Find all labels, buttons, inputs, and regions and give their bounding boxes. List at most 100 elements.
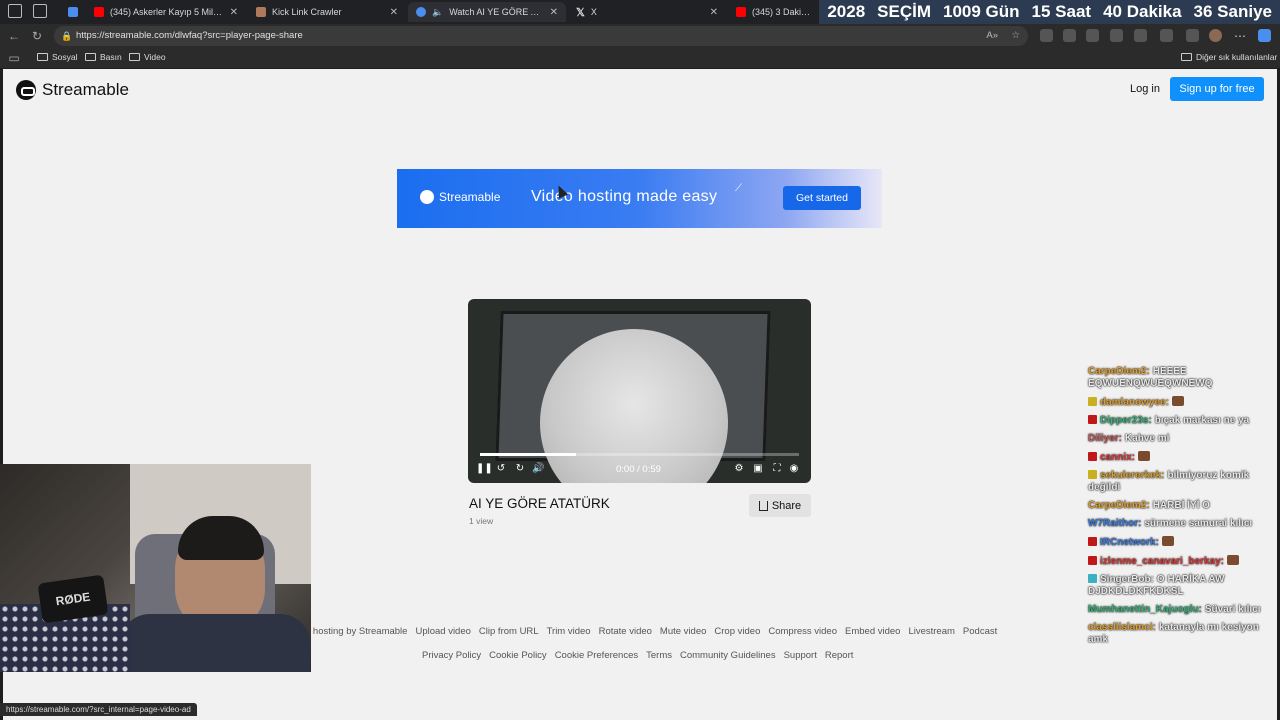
profile-avatar[interactable] — [1209, 29, 1222, 42]
footer-link[interactable]: Rotate video — [599, 626, 652, 637]
chat-badge-icon — [1088, 415, 1097, 424]
footer-link[interactable]: Podcast — [963, 626, 997, 637]
forward-icon[interactable]: ↻ — [514, 463, 526, 475]
footer-link[interactable]: Support — [784, 650, 817, 661]
read-aloud-icon[interactable]: A» — [986, 26, 998, 46]
footer-link[interactable]: Livestream — [908, 626, 954, 637]
banner-logo: Streamable — [420, 190, 500, 204]
bookmark-folder-sosyal[interactable]: Sosyal — [37, 52, 78, 62]
footer-link[interactable]: Community Guidelines — [680, 650, 776, 661]
extension-icon[interactable] — [1086, 29, 1099, 42]
chat-badge-icon — [1088, 537, 1097, 546]
playback-time: 0:00 / 0:59 — [616, 464, 661, 475]
tab-x[interactable]: 𝕏 X ✕ — [568, 2, 726, 22]
footer-link[interactable]: Embed video — [845, 626, 900, 637]
tab-kick-crawler[interactable]: Kick Link Crawler ✕ — [248, 2, 406, 22]
footer-link[interactable]: Upload video — [415, 626, 470, 637]
chat-message: Dipper23s: bıçak markası ne ya — [1088, 415, 1280, 427]
footer-link[interactable]: Cookie Policy — [489, 650, 547, 661]
site-logo[interactable]: Streamable — [16, 80, 129, 100]
ad-banner[interactable]: Streamable Video hosting made easy ⟋ Get… — [397, 169, 882, 228]
footer-link[interactable]: o hosting by Streamable — [305, 626, 407, 637]
kick-icon — [256, 7, 266, 17]
signup-button[interactable]: Sign up for free — [1170, 77, 1264, 101]
progress-fill — [480, 453, 576, 456]
streamer-body — [120, 614, 310, 672]
footer-link[interactable]: Report — [825, 650, 854, 661]
footer-link[interactable]: Privacy Policy — [422, 650, 481, 661]
folder-icon — [129, 53, 140, 61]
footer-link[interactable]: Compress video — [768, 626, 837, 637]
bookmark-folder-basin[interactable]: Basın — [85, 52, 122, 62]
reading-list-icon[interactable]: ▭ — [7, 51, 21, 65]
extension-icon[interactable] — [1134, 29, 1147, 42]
share-button[interactable]: Share — [749, 494, 811, 517]
tab-streamable[interactable]: 🔈 Watch AI YE GÖRE ATATÜRK ✕ — [408, 2, 566, 22]
video-title: AI YE GÖRE ATATÜRK — [469, 496, 610, 511]
video-player[interactable]: ❚❚ ↺ ↻ 🔊 0:00 / 0:59 ⚙ ▣ ⛶ ◉ — [468, 299, 811, 483]
refresh-icon[interactable]: ↻ — [30, 29, 44, 43]
tab-actions-icon[interactable] — [33, 4, 47, 18]
bookmark-other-favorites[interactable]: Diğer sık kullanılanlar — [1181, 52, 1277, 62]
streamer-webcam: RØDE — [0, 464, 311, 672]
pause-icon[interactable]: ❚❚ — [476, 463, 493, 475]
login-link[interactable]: Log in — [1130, 83, 1160, 95]
close-icon[interactable]: ✕ — [710, 7, 718, 18]
chat-username: W7Raithor: — [1088, 518, 1142, 529]
miniplayer-icon[interactable]: ▣ — [752, 463, 764, 475]
more-icon[interactable]: ⋯ — [1233, 29, 1247, 43]
footer-links-primary: o hosting by Streamable Upload video Cli… — [305, 626, 1005, 637]
close-icon[interactable]: ✕ — [390, 7, 398, 18]
chat-message: CarpeDiem2: HEEEE EQWUENQWUEQWNEWQ — [1088, 366, 1280, 390]
footer-link[interactable]: Trim video — [547, 626, 591, 637]
streamable-logo-icon[interactable]: ◉ — [788, 463, 800, 475]
chat-message: W7Raithor: sürmene samurai kılıcı — [1088, 518, 1280, 530]
back-icon[interactable]: ← — [7, 29, 21, 43]
workspaces-icon[interactable] — [8, 4, 22, 18]
settings-gear-icon[interactable]: ⚙ — [733, 463, 745, 475]
chat-badge-icon — [1088, 397, 1097, 406]
chat-message: CarpeDiem2: HARBİ İYİ O — [1088, 500, 1280, 512]
share-icon — [758, 500, 768, 511]
footer-link[interactable]: Terms — [646, 650, 672, 661]
speaker-icon[interactable]: 🔈 — [432, 7, 443, 18]
close-icon[interactable]: ✕ — [230, 7, 238, 18]
tab-youtube-2[interactable]: (345) 3 Dakikada Tü — [728, 2, 820, 22]
tab-pinned[interactable] — [60, 2, 82, 22]
view-count: 1 view — [469, 516, 494, 526]
chat-text: bıçak markası ne ya — [1154, 415, 1250, 426]
chat-username: sekulererkek: — [1100, 470, 1165, 481]
chat-message: izlenme_canavari_berkay: — [1088, 555, 1280, 568]
get-started-button[interactable]: Get started — [783, 186, 861, 210]
close-icon[interactable]: ✕ — [550, 7, 558, 18]
favorites-icon[interactable] — [1186, 29, 1199, 42]
chat-message: sekulererkek: bilmiyoruz komik değildi — [1088, 470, 1280, 494]
bookmark-folder-video[interactable]: Video — [129, 52, 166, 62]
progress-bar[interactable] — [480, 453, 799, 456]
footer-link[interactable]: Cookie Preferences — [555, 650, 638, 661]
tab-favicon — [68, 7, 78, 17]
extension-icon[interactable] — [1040, 29, 1053, 42]
chat-emote-icon — [1226, 555, 1239, 565]
banner-brand: Streamable — [439, 190, 501, 204]
footer-link[interactable]: Clip from URL — [479, 626, 539, 637]
folder-icon — [1181, 53, 1192, 61]
extension-icon[interactable] — [1063, 29, 1076, 42]
volume-icon[interactable]: 🔊 — [532, 463, 544, 475]
tab-label: Watch AI YE GÖRE ATATÜRK — [449, 7, 543, 17]
favorite-star-icon[interactable]: ☆ — [1011, 26, 1020, 46]
footer-link[interactable]: Mute video — [660, 626, 706, 637]
streamable-logo-icon — [16, 80, 36, 100]
tab-youtube-1[interactable]: (345) Askerler Kayıp 5 Milyarın Pe ✕ — [86, 2, 246, 22]
extension-icon[interactable] — [1160, 29, 1173, 42]
chat-emote-icon — [1171, 396, 1184, 406]
copilot-icon[interactable] — [1258, 29, 1271, 42]
footer-link[interactable]: Crop video — [714, 626, 760, 637]
rewind-icon[interactable]: ↺ — [495, 463, 507, 475]
extension-icon[interactable] — [1110, 29, 1123, 42]
fullscreen-icon[interactable]: ⛶ — [771, 463, 783, 475]
footer-links-legal: Privacy Policy Cookie Policy Cookie Pref… — [422, 650, 861, 661]
url-field[interactable]: 🔒 https://streamable.com/dlwfaq?src=play… — [54, 26, 1028, 46]
bookmarks-bar: ▭ Sosyal Basın Video Diğer sık kullanıla… — [0, 48, 1280, 68]
chat-username: Mumhanettin_Kajuoglu: — [1088, 604, 1202, 615]
